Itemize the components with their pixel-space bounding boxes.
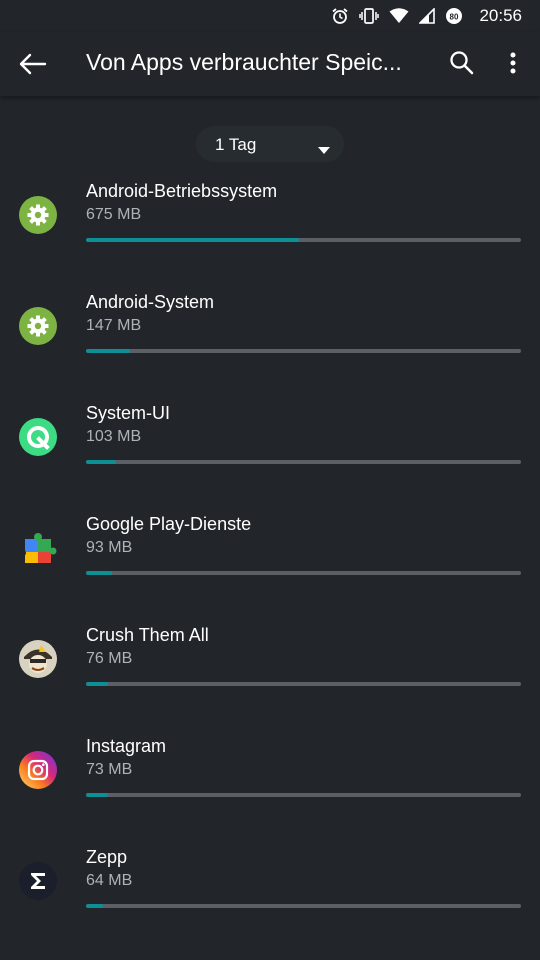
usage-bar: [86, 682, 521, 686]
app-name: Crush Them All: [86, 625, 209, 645]
usage-bar-fill: [86, 349, 130, 353]
android-settings-icon: [19, 196, 57, 234]
arrow-left-icon: [19, 53, 47, 75]
vibrate-icon: [359, 7, 380, 25]
usage-bar: [86, 349, 521, 353]
more-vert-icon: [510, 52, 516, 74]
time-range-dropdown[interactable]: 1 Tag: [196, 126, 344, 162]
list-item[interactable]: System-UI 103 MB: [0, 392, 540, 503]
usage-bar: [86, 904, 521, 908]
app-name: Google Play-Dienste: [86, 514, 252, 534]
usage-bar-fill: [86, 238, 300, 242]
data-saver-icon: 80: [445, 7, 463, 25]
list-item[interactable]: Zepp 64 MB: [0, 836, 540, 947]
list-item[interactable]: Crush Them All 76 MB: [0, 614, 540, 725]
usage-bar: [86, 238, 521, 242]
app-name: System-UI: [86, 403, 171, 423]
app-name: Android-System: [86, 292, 215, 312]
usage-bar-fill: [86, 682, 108, 686]
signal-icon: [419, 8, 436, 24]
usage-bar-fill: [86, 904, 104, 908]
app-size: 147 MB: [86, 317, 142, 334]
svg-text:80: 80: [450, 13, 459, 22]
time-range-label: 1 Tag: [215, 135, 257, 154]
wifi-icon: [389, 8, 409, 24]
status-time: 20:56: [479, 6, 522, 25]
app-size: 73 MB: [86, 761, 133, 778]
usage-bar-fill: [86, 571, 113, 575]
list-item[interactable]: Android-Betriebssystem 675 MB: [0, 170, 540, 281]
usage-bar: [86, 571, 521, 575]
status-bar: 80 20:56: [0, 0, 540, 32]
search-icon: [450, 51, 474, 75]
android-settings-icon: [19, 307, 57, 345]
list-item[interactable]: Google Play-Dienste 93 MB: [0, 503, 540, 614]
usage-bar: [86, 793, 521, 797]
app-size: 675 MB: [86, 206, 142, 223]
play-services-icon: [19, 529, 57, 567]
app-bar: Von Apps verbrauchter Speic...: [0, 32, 540, 96]
app-name: Android-Betriebssystem: [86, 181, 278, 201]
android-q-icon: [19, 418, 57, 456]
zepp-icon: [19, 862, 57, 900]
app-name: Instagram: [86, 736, 167, 756]
alarm-icon: [331, 7, 349, 25]
list-item[interactable]: Android-System 147 MB: [0, 281, 540, 392]
more-options-button[interactable]: [502, 50, 524, 78]
app-size: 93 MB: [86, 539, 133, 556]
app-size: 64 MB: [86, 872, 133, 889]
app-name: Zepp: [86, 847, 128, 867]
status-icons: 80 20:56: [331, 4, 522, 28]
usage-bar: [86, 460, 521, 464]
search-button[interactable]: [449, 50, 475, 76]
app-size: 76 MB: [86, 650, 133, 667]
usage-bar-fill: [86, 460, 117, 464]
dropdown-arrow-icon: [318, 141, 330, 159]
app-size: 103 MB: [86, 428, 142, 445]
usage-bar-fill: [86, 793, 108, 797]
back-button[interactable]: [16, 48, 50, 80]
page-title: Von Apps verbrauchter Speic...: [86, 49, 402, 75]
crush-them-all-icon: [19, 640, 57, 678]
instagram-icon: [19, 751, 57, 789]
list-item[interactable]: Instagram 73 MB: [0, 725, 540, 836]
